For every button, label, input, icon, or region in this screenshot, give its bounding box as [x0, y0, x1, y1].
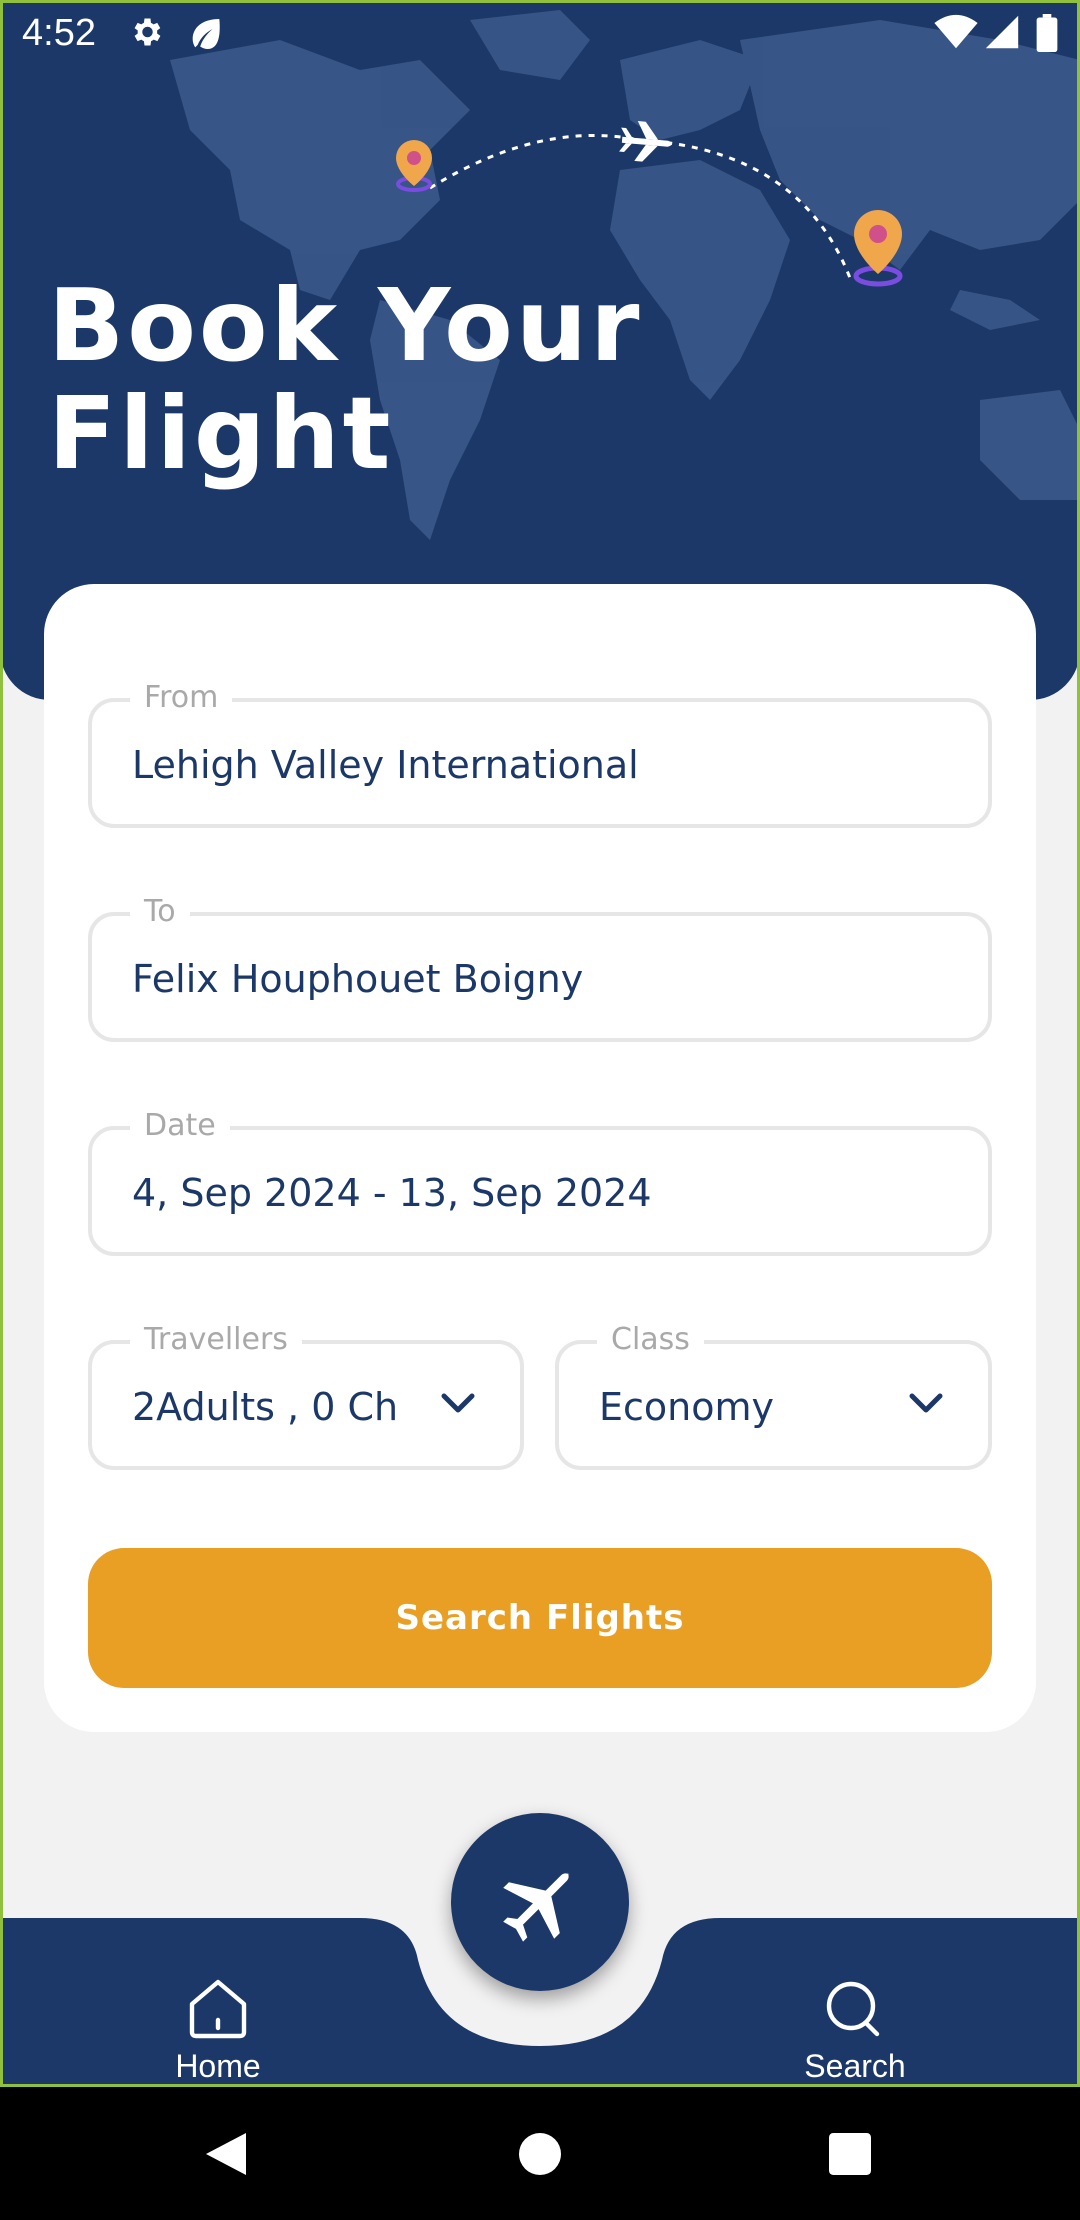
class-label: Class — [597, 1322, 704, 1357]
class-value: Economy — [599, 1385, 774, 1429]
to-label: To — [130, 894, 190, 929]
travellers-label: Travellers — [130, 1322, 302, 1357]
gear-icon — [134, 18, 161, 46]
to-value: Felix Houphouet Boigny — [132, 957, 584, 1001]
signal-icon — [985, 15, 1019, 49]
home-button[interactable] — [480, 2087, 600, 2220]
leaf-icon — [192, 19, 220, 49]
recents-icon — [829, 2132, 871, 2175]
class-dropdown[interactable]: Class Economy — [555, 1322, 992, 1470]
nav-home[interactable]: Home — [118, 1978, 318, 2085]
back-icon — [206, 2132, 246, 2175]
flights-fab-button[interactable] — [451, 1813, 629, 1991]
page-title: Book Your Flight — [48, 272, 768, 488]
home-icon — [189, 1979, 247, 2039]
chevron-down-icon — [441, 1393, 475, 1413]
travellers-dropdown[interactable]: Travellers 2Adults , 0 Children — [88, 1322, 524, 1470]
date-value: 4, Sep 2024 - 13, Sep 2024 — [132, 1171, 652, 1215]
title-line-2: Flight — [48, 375, 394, 492]
origin-pin-icon — [396, 140, 432, 192]
airplane-icon — [503, 1872, 570, 1942]
wifi-icon — [934, 14, 978, 49]
from-field[interactable]: From Lehigh Valley International — [88, 680, 992, 828]
back-button[interactable] — [166, 2087, 286, 2220]
home-circle-icon — [519, 2132, 561, 2175]
chevron-down-icon — [909, 1393, 943, 1413]
date-field[interactable]: Date 4, Sep 2024 - 13, Sep 2024 — [88, 1108, 992, 1256]
system-navigation-bar — [0, 2087, 1080, 2220]
battery-icon — [1036, 14, 1058, 52]
recents-button[interactable] — [790, 2087, 910, 2220]
search-flights-button[interactable]: Search Flights — [88, 1548, 992, 1688]
nav-search[interactable]: Search — [755, 1978, 955, 2085]
booking-form-card: From Lehigh Valley International To Feli… — [44, 584, 1036, 1732]
date-label: Date — [130, 1108, 230, 1143]
from-label: From — [130, 680, 233, 715]
title-line-1: Book Your — [48, 267, 643, 384]
status-time: 4:52 — [22, 12, 96, 54]
to-field[interactable]: To Felix Houphouet Boigny — [88, 894, 992, 1042]
status-bar: 4:52 — [0, 0, 1080, 66]
travellers-value: 2Adults , 0 Children — [132, 1385, 396, 1429]
nav-home-label: Home — [175, 2048, 261, 2084]
search-icon — [826, 1981, 880, 2037]
nav-search-label: Search — [804, 2048, 906, 2084]
from-value: Lehigh Valley International — [132, 743, 639, 787]
destination-pin-icon — [853, 210, 903, 287]
